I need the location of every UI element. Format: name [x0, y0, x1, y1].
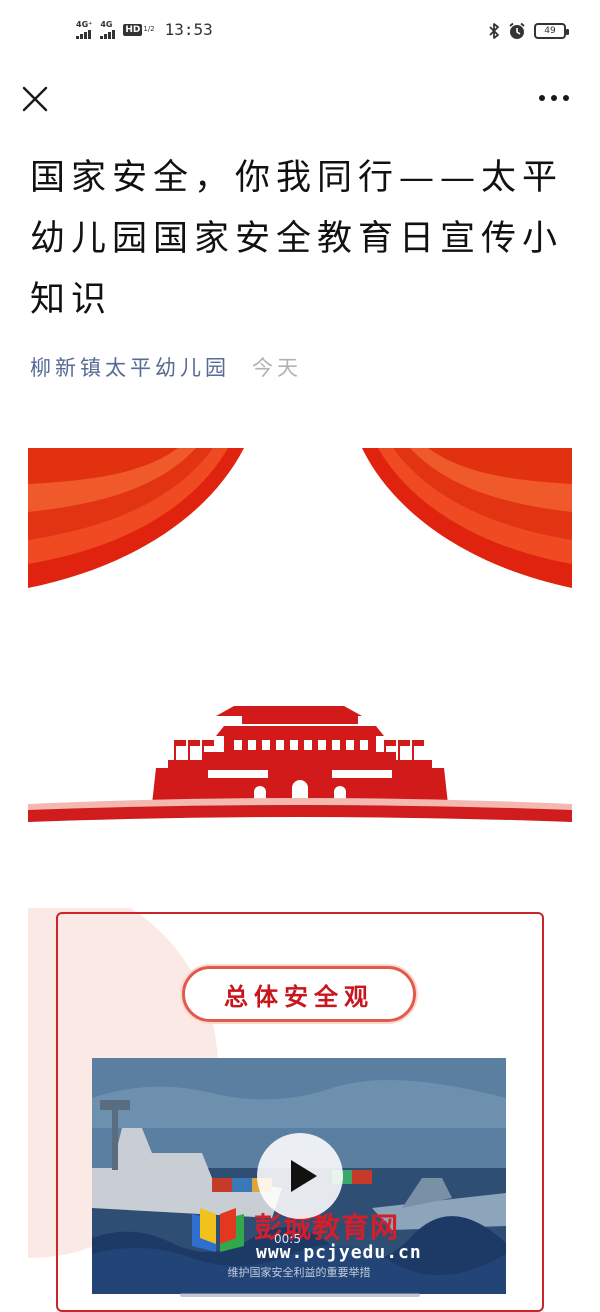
bluetooth-icon [489, 23, 499, 39]
gate-tower-icon [152, 706, 448, 804]
article-meta: 柳新镇太平幼儿园 今天 [30, 352, 302, 382]
close-icon [22, 86, 48, 112]
battery-level: 49 [544, 26, 556, 36]
hd-fraction: 1/2 [143, 25, 155, 33]
article-title: 国家安全，你我同行——太平幼儿园国家安全教育日宣传小知识 [30, 158, 564, 320]
hd-label: HD [123, 23, 143, 36]
status-time: 13:53 [164, 20, 213, 39]
close-button[interactable] [20, 84, 50, 114]
hd-voice-icon: HD 1/2 [123, 23, 155, 36]
more-button[interactable] [534, 88, 574, 108]
play-icon [291, 1160, 317, 1192]
video-subtitle: 维护国家安全利益的重要举措 [227, 1266, 371, 1279]
ground-ribbon [28, 798, 572, 822]
right-curtain [362, 448, 572, 588]
watermark-url: www.pcjyedu.cn [256, 1242, 422, 1263]
more-icon [539, 95, 569, 101]
battery-icon: 49 [534, 23, 569, 39]
video-player[interactable]: 彭城教育网 00:5 www.pcjyedu.cn 维护国家安全利益的重要举措 [92, 1058, 506, 1294]
top-nav [0, 74, 600, 122]
author-link[interactable]: 柳新镇太平幼儿园 [30, 352, 230, 382]
stage-illustration [28, 448, 572, 822]
play-button[interactable] [257, 1133, 343, 1219]
signal-label: 4G⁺ [76, 19, 93, 29]
home-indicator[interactable] [180, 1293, 420, 1297]
signal-icon: 4G⁺ [76, 19, 93, 39]
left-curtain [28, 448, 244, 588]
section-heading: 总体安全观 [182, 966, 416, 1022]
watermark-logo-icon [188, 1204, 248, 1262]
signal-icon: 4G [100, 19, 116, 39]
signal-label: 4G [100, 19, 113, 29]
publish-date: 今天 [252, 356, 302, 380]
alarm-icon [509, 22, 525, 39]
status-bar: 4G⁺ 4G HD 1/2 13:53 49 [0, 0, 600, 64]
section-heading-text: 总体安全观 [224, 981, 374, 1011]
status-left: 4G⁺ 4G HD 1/2 13:53 [76, 20, 213, 39]
status-right: 49 [488, 22, 569, 40]
